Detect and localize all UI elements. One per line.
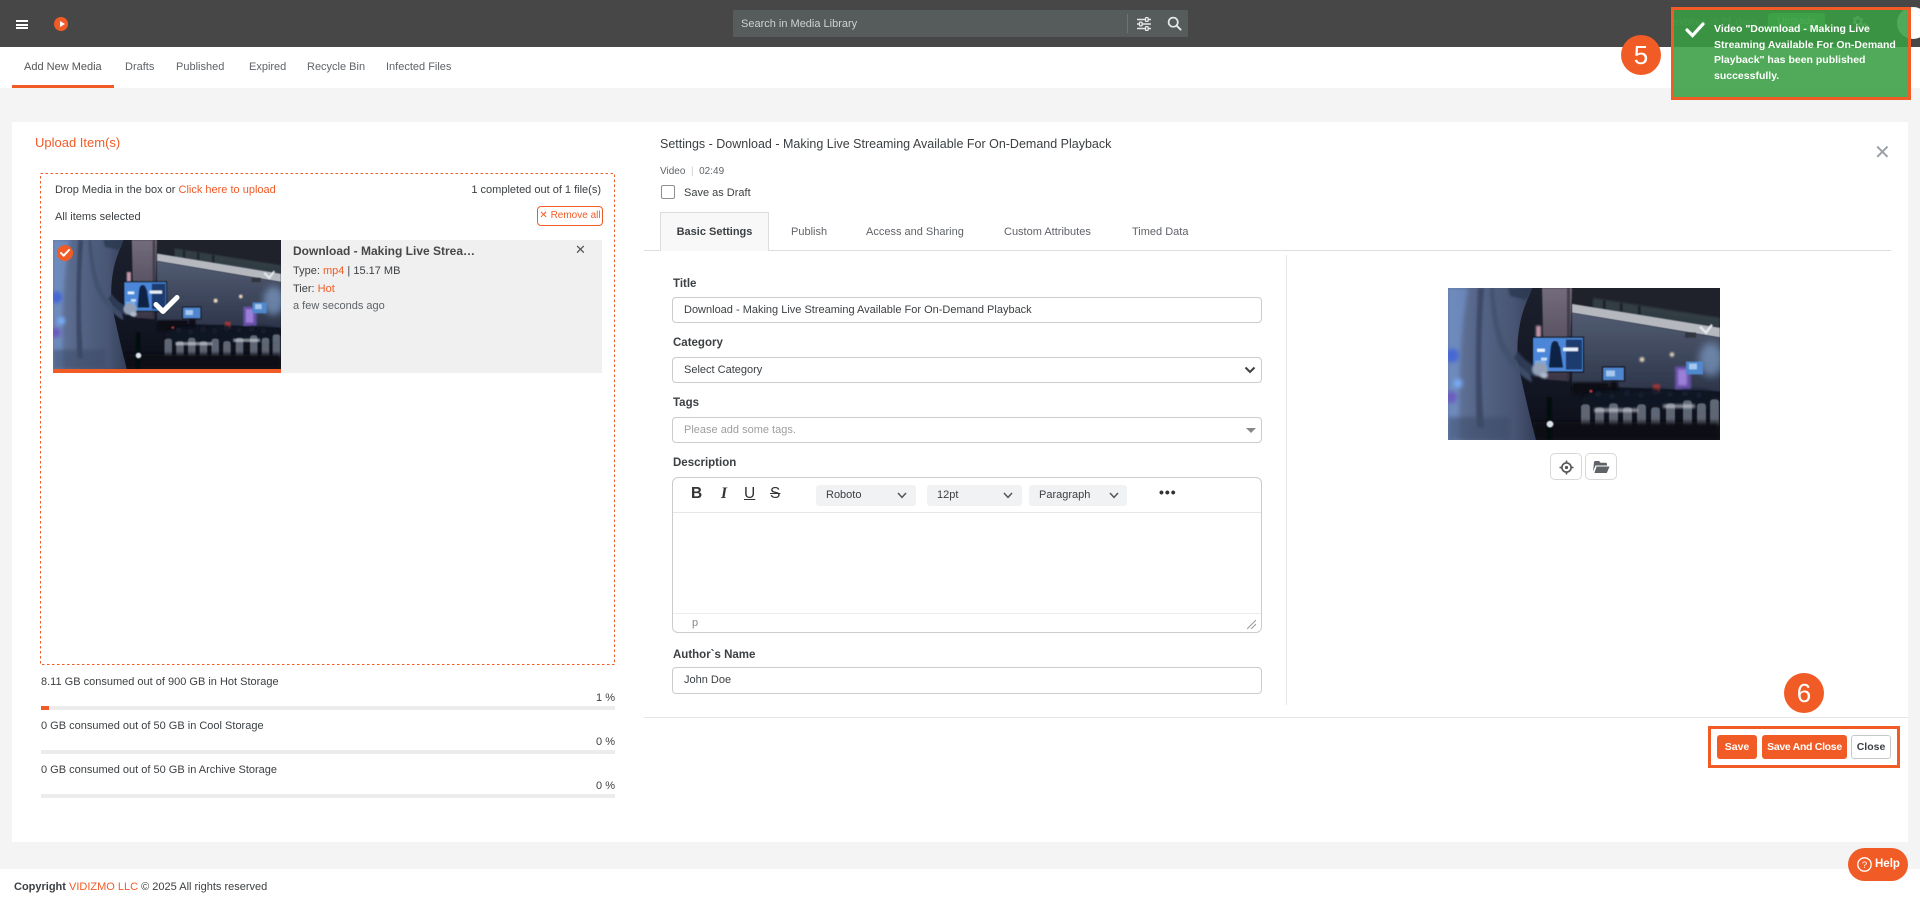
svg-text:?: ? — [1862, 860, 1867, 871]
